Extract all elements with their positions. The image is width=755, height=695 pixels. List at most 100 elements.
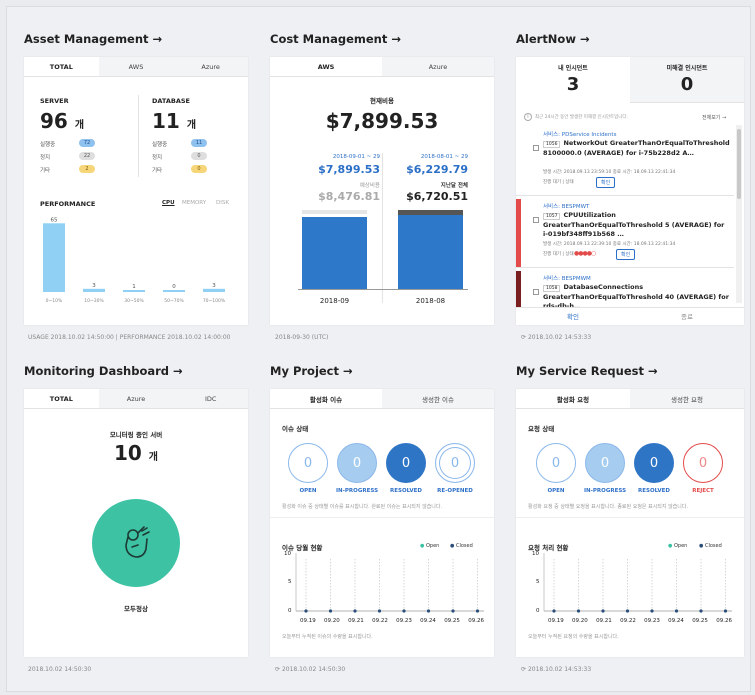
- alertnow-card: 내 인시던트 3 미해결 인시던트 0 i 최근 24시간 동안 발생한 미해결…: [516, 57, 744, 325]
- perf-bar[interactable]: [163, 290, 185, 292]
- database-count: 11 개: [152, 109, 196, 133]
- status-in-progress[interactable]: 0: [337, 443, 377, 483]
- cost-title-link[interactable]: Cost Management →: [270, 32, 401, 46]
- data-point[interactable]: [674, 609, 679, 613]
- tab-created-issues[interactable]: 생성한 이슈: [382, 389, 494, 408]
- status-re-opened[interactable]: 0: [435, 443, 475, 483]
- tab-idc[interactable]: IDC: [173, 389, 248, 408]
- status-open[interactable]: 0: [288, 443, 328, 483]
- perf-value-label: 1: [132, 284, 136, 290]
- data-point[interactable]: [451, 609, 455, 613]
- service-footer: ⟳ 2018.10.02 14:53:33: [521, 666, 591, 673]
- incident-message: CPUUtilization GreaterThanOrEqualToThres…: [543, 211, 725, 238]
- status-reject[interactable]: 0: [683, 443, 723, 483]
- perf-category-label: 10~30%: [84, 298, 104, 304]
- data-point[interactable]: [601, 609, 605, 613]
- tab-active-issues[interactable]: 활성화 이슈: [270, 389, 382, 408]
- right-est-label: 지난달 전체: [440, 183, 468, 189]
- tab-label: 내 인시던트: [558, 65, 588, 72]
- data-point[interactable]: [377, 609, 382, 613]
- data-point[interactable]: [625, 609, 630, 613]
- incident-confirm-button[interactable]: 확인: [616, 249, 636, 260]
- arrow-right-icon: →: [173, 364, 183, 378]
- status-resolved[interactable]: 0: [386, 443, 426, 483]
- info-icon: i: [524, 113, 532, 121]
- incident-checkbox[interactable]: [533, 217, 539, 223]
- tab-created-requests[interactable]: 생성한 요청: [630, 389, 744, 408]
- perf-tab-disk[interactable]: DISK: [216, 200, 229, 206]
- data-point[interactable]: [650, 609, 654, 613]
- data-point[interactable]: [402, 609, 406, 613]
- data-point[interactable]: [475, 609, 480, 613]
- refresh-icon[interactable]: ⟳: [275, 666, 280, 673]
- bulk-confirm-button[interactable]: 확인: [516, 311, 630, 321]
- incident-text: 1056 NetworkOut GreaterThanOrEqualToThres…: [543, 139, 731, 158]
- tab-total[interactable]: TOTAL: [24, 389, 99, 408]
- right-est: $6,720.51: [406, 190, 468, 203]
- view-all-link[interactable]: 전체보기 →: [702, 114, 726, 121]
- data-point[interactable]: [552, 609, 556, 613]
- data-point[interactable]: [304, 609, 308, 613]
- tab-azure[interactable]: Azure: [98, 389, 174, 408]
- data-point[interactable]: [699, 609, 703, 613]
- tab-azure[interactable]: Azure: [382, 57, 494, 76]
- incident-confirm-button[interactable]: 확인: [596, 177, 616, 188]
- incident-checkbox[interactable]: [533, 289, 539, 295]
- server-count: 96 개: [40, 109, 84, 133]
- tab-total[interactable]: TOTAL: [24, 57, 99, 76]
- data-point[interactable]: [328, 609, 333, 613]
- divider: [138, 95, 139, 177]
- status-open[interactable]: 0: [536, 443, 576, 483]
- ok-hand-icon: [92, 499, 180, 587]
- monitoring-tabs: TOTAL Azure IDC: [24, 389, 248, 409]
- bulk-close-button[interactable]: 종료: [630, 311, 744, 321]
- data-point[interactable]: [353, 609, 357, 613]
- incident-checkbox[interactable]: [533, 145, 539, 151]
- incident-item[interactable]: 서비스: BESPMWM 1058 DatabaseConnections Gre…: [516, 271, 738, 307]
- y-axis-bottom: 0: [288, 608, 292, 614]
- monitoring-title-link[interactable]: Monitoring Dashboard →: [24, 364, 183, 378]
- service-title-link[interactable]: My Service Request →: [516, 364, 658, 378]
- service-title: My Service Request: [516, 364, 644, 378]
- tab-aws[interactable]: AWS: [98, 57, 174, 76]
- alertnow-title-link[interactable]: AlertNow →: [516, 32, 590, 46]
- x-tick: 09.21: [348, 618, 364, 624]
- asset-title-link[interactable]: Asset Management →: [24, 32, 162, 46]
- data-point[interactable]: [426, 609, 431, 613]
- current-cost-label: 현재비용: [370, 97, 394, 105]
- request-status-note: 활성화 요청 중 상태별 요청을 표시합니다. 종료된 요청은 표시되지 않습니…: [528, 504, 689, 510]
- tab-unresolved-incidents[interactable]: 미해결 인시던트 0: [630, 57, 744, 103]
- refresh-icon[interactable]: ⟳: [521, 666, 526, 673]
- refresh-icon[interactable]: ⟳: [521, 334, 526, 341]
- monitoring-title: Monitoring Dashboard: [24, 364, 170, 378]
- tab-label: 미해결 인시던트: [666, 65, 708, 72]
- perf-bar[interactable]: [83, 288, 105, 292]
- tab-count: 3: [566, 74, 580, 95]
- tab-azure[interactable]: Azure: [173, 57, 248, 76]
- server-row-other: 기타: [40, 166, 50, 174]
- right-month: 2018-08: [415, 297, 446, 305]
- perf-tab-memory[interactable]: MEMORY: [182, 200, 206, 206]
- perf-bar[interactable]: [43, 223, 65, 292]
- x-tick: 09.19: [548, 618, 564, 624]
- perf-tab-cpu[interactable]: CPU: [162, 200, 175, 206]
- data-point[interactable]: [723, 609, 728, 613]
- legend-dot: ●: [699, 543, 704, 549]
- tab-aws[interactable]: AWS: [270, 57, 382, 76]
- x-tick: 09.19: [300, 618, 316, 624]
- status-in-progress[interactable]: 0: [585, 443, 625, 483]
- incident-item[interactable]: 서비스: PDService Incidents 1056 NetworkOut …: [516, 127, 738, 197]
- tab-active-requests[interactable]: 활성화 요청: [516, 389, 630, 408]
- perf-bar[interactable]: [123, 290, 145, 292]
- data-point[interactable]: [576, 609, 581, 613]
- perf-bar[interactable]: [203, 288, 225, 292]
- project-title-link[interactable]: My Project →: [270, 364, 353, 378]
- tab-my-incidents[interactable]: 내 인시던트 3: [516, 57, 630, 103]
- x-tick: 09.20: [324, 618, 340, 624]
- incident-service: 서비스: PDService Incidents: [543, 132, 617, 138]
- alert-notice: 최근 24시간 동안 발생한 미해결 인시던트입니다.: [535, 115, 628, 120]
- asset-tabs: TOTAL AWS Azure: [24, 57, 248, 77]
- incident-item[interactable]: 서비스: BESPMWT 1057 CPUUtilization GreaterT…: [516, 199, 738, 269]
- status-resolved[interactable]: 0: [634, 443, 674, 483]
- footer-time: 2018.10.02 14:53:33: [527, 334, 592, 341]
